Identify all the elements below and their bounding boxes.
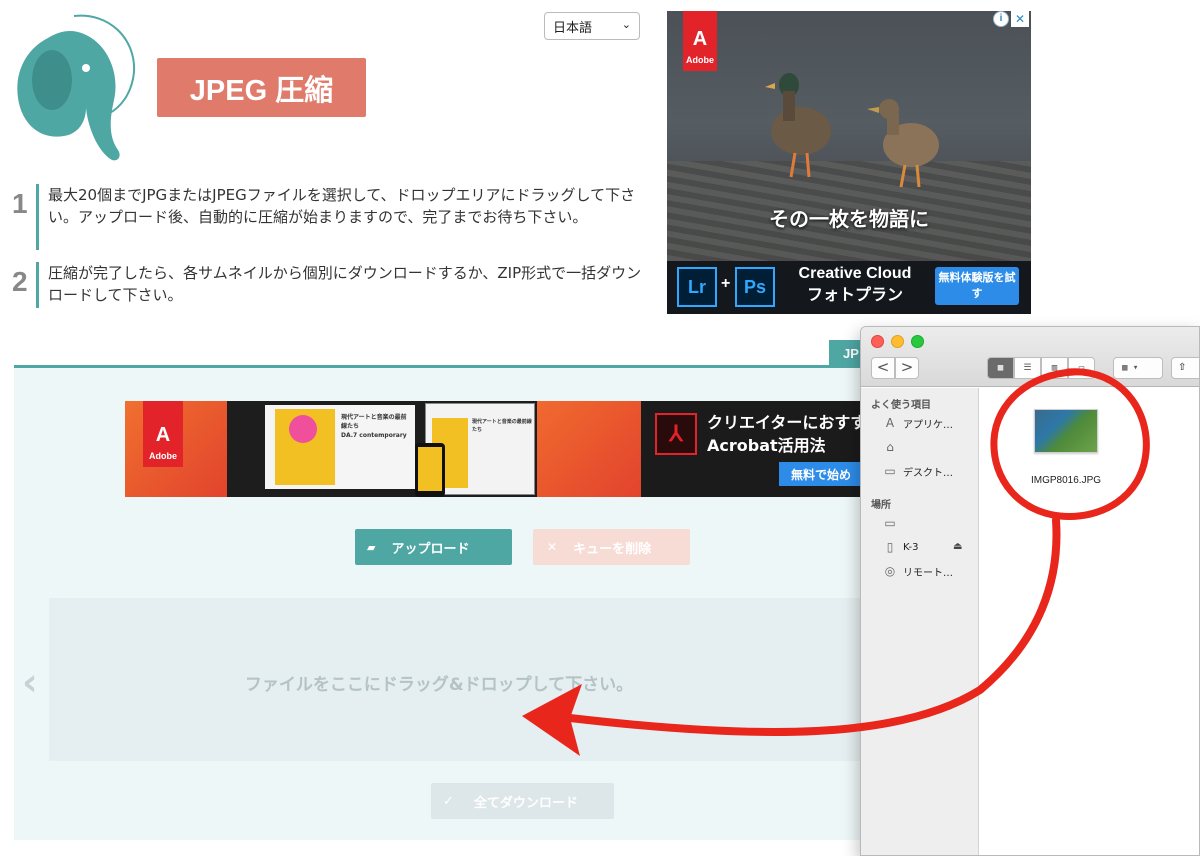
finder-content bbox=[980, 388, 1199, 855]
applications-icon: A bbox=[885, 416, 895, 430]
sidebar-item-remote-disc[interactable]: ◎ リモート… bbox=[881, 562, 953, 580]
sidebar-header-locations: 場所 bbox=[871, 500, 891, 511]
step-divider bbox=[36, 184, 39, 250]
download-all-button-label: 全てダウンロード bbox=[473, 795, 578, 811]
acrobat-icon: ⅄ bbox=[655, 413, 697, 455]
drop-zone-message: ファイルをここにドラッグ&ドロップして下さい。 bbox=[244, 675, 634, 695]
ad-document-preview: 現代アートと音楽の最前線たち DA.7 contemporary bbox=[265, 405, 415, 489]
close-window-button[interactable] bbox=[871, 335, 884, 348]
clear-queue-button-label: キューを削除 bbox=[573, 541, 652, 557]
sidebar-item-home[interactable]: ⌂ bbox=[881, 438, 903, 456]
finder-window[interactable]: < > ▦ ☰ ▥ ▭ ▦ ▾ ⇧ よく使う項目 A アプリケ… ⌂ ▭ デスク… bbox=[860, 326, 1200, 856]
disc-icon: ◎ bbox=[884, 564, 896, 578]
sidebar-item-k3[interactable]: ▯ K-3 bbox=[881, 538, 919, 556]
upload-button[interactable]: ▰ アップロード bbox=[355, 529, 512, 565]
step-text: 圧縮が完了したら、各サムネイルから個別にダウンロードするか、ZIP形式で一括ダウ… bbox=[48, 264, 642, 304]
sidebar-header-favorites: よく使う項目 bbox=[871, 400, 931, 411]
close-icon[interactable]: ✕ bbox=[1011, 11, 1029, 27]
finder-sidebar: よく使う項目 A アプリケ… ⌂ ▭ デスクト… 場所 ▭ ▯ K-3 ⏏ ◎ … bbox=[861, 388, 979, 855]
sidebar-item-computer[interactable]: ▭ bbox=[881, 514, 903, 532]
drop-zone[interactable]: ファイルをここにドラッグ&ドロップして下さい。 bbox=[49, 598, 879, 761]
forward-button[interactable]: > bbox=[895, 357, 919, 379]
icon-view-button[interactable]: ▦ bbox=[987, 357, 1014, 379]
eject-icon[interactable]: ⏏ bbox=[953, 541, 962, 552]
adobe-logo: A Adobe bbox=[683, 11, 717, 71]
step-number: 2 bbox=[12, 266, 28, 297]
elephant-logo-icon bbox=[17, 14, 136, 161]
upload-button-label: アップロード bbox=[391, 541, 470, 557]
plus-text: + bbox=[721, 275, 731, 292]
duck-image bbox=[765, 73, 831, 178]
page: JPEG 圧縮 日本語 ⌄ 1 最大20個までJPGまたはJPEGファイルを選択… bbox=[0, 0, 1200, 856]
language-select[interactable]: 日本語 ⌄ bbox=[544, 12, 640, 40]
step-text: 最大20個までJPGまたはJPEGファイルを選択して、ドロップエリアにドラッグし… bbox=[48, 186, 636, 226]
file-name: IMGP8016.JPG bbox=[1030, 475, 1102, 486]
prev-arrow-icon[interactable]: ‹ bbox=[22, 660, 38, 704]
zoom-window-button[interactable] bbox=[911, 335, 924, 348]
advertisement-top[interactable]: A Adobe i ✕ その一枚を物語に Lr + Ps Creative Clo… bbox=[667, 11, 1031, 314]
close-icon: ✕ bbox=[547, 540, 558, 554]
arrange-button[interactable]: ▦ ▾ bbox=[1113, 357, 1163, 379]
step-number: 1 bbox=[12, 188, 28, 219]
adobe-logo: A Adobe bbox=[143, 401, 183, 467]
sidebar-item-desktop[interactable]: ▭ デスクト… bbox=[881, 462, 953, 480]
advertisement-banner[interactable]: A Adobe 現代アートと音楽の最前線たち DA.7 contemporary 現… bbox=[125, 401, 885, 497]
share-button[interactable]: ⇧ bbox=[1171, 357, 1199, 379]
sidebar-item-applications[interactable]: A アプリケ… bbox=[881, 414, 953, 432]
ad-cta-button[interactable]: 無料体験版を試す bbox=[935, 267, 1019, 305]
info-icon[interactable]: i bbox=[993, 11, 1009, 27]
step-divider bbox=[36, 262, 39, 308]
back-button[interactable]: < bbox=[871, 357, 895, 379]
lightroom-icon: Lr bbox=[677, 267, 717, 307]
gallery-view-button[interactable]: ▭ bbox=[1068, 357, 1095, 379]
home-icon: ⌂ bbox=[886, 440, 894, 454]
app-title: JPEG 圧縮 bbox=[157, 58, 366, 117]
column-view-button[interactable]: ▥ bbox=[1041, 357, 1068, 379]
duck-image bbox=[867, 99, 939, 188]
language-select-value: 日本語 bbox=[553, 20, 593, 36]
ad-headline: クリエイターにおすす Acrobat活用法 bbox=[707, 413, 867, 455]
ad-phone-preview bbox=[415, 443, 445, 497]
drive-icon: ▯ bbox=[886, 540, 894, 554]
list-view-button[interactable]: ☰ bbox=[1014, 357, 1041, 379]
file-thumbnail[interactable] bbox=[1034, 409, 1098, 453]
clear-queue-button[interactable]: ✕ キューを削除 bbox=[533, 529, 690, 565]
minimize-window-button[interactable] bbox=[891, 335, 904, 348]
desktop-icon: ▭ bbox=[884, 464, 896, 478]
folder-icon: ▰ bbox=[367, 540, 376, 554]
photoshop-icon: Ps bbox=[735, 267, 775, 307]
laptop-icon: ▭ bbox=[884, 516, 896, 530]
download-all-button[interactable]: ✓ 全てダウンロード bbox=[431, 783, 614, 819]
checkmark-icon: ✓ bbox=[443, 793, 454, 809]
ad-headline: Creative Cloud フォトプラン bbox=[798, 265, 912, 304]
chevron-down-icon: ⌄ bbox=[621, 18, 631, 31]
ad-caption: その一枚を物語に bbox=[769, 207, 929, 231]
